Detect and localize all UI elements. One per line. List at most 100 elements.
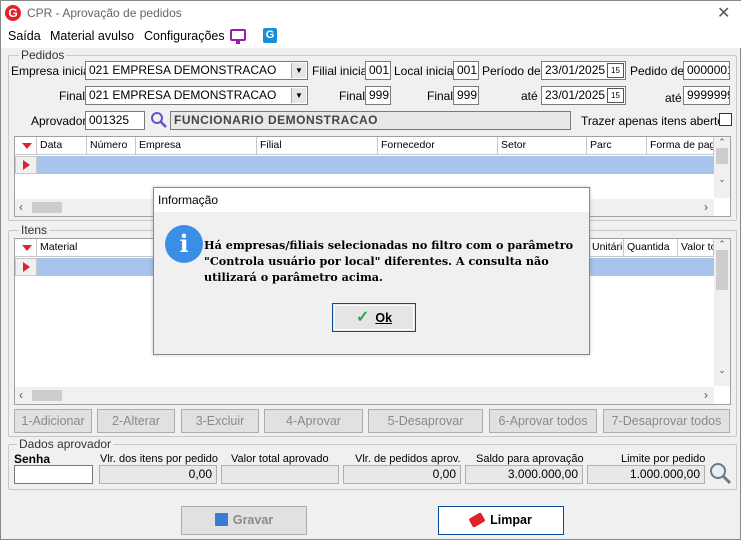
monitor-stand [236,41,240,44]
saldo-field: 3.000.000,00 [465,465,583,484]
row-pointer-icon [23,262,30,272]
filial-final-label: Final [339,89,366,103]
col-header-unitario[interactable]: Unitário [589,239,624,257]
itens-hscroll[interactable]: ‹ › [15,387,714,404]
menu-configuracoes[interactable]: Configurações [144,29,225,43]
scroll-right-icon[interactable]: › [704,200,708,214]
periodo-ate-value: 23/01/2025 [545,88,606,102]
periodo-ate-label: até [521,89,538,103]
periodo-de-input[interactable]: 23/01/2025 15 [541,61,626,80]
scroll-up-icon[interactable]: ⌃ [714,239,730,250]
row-indicator [15,258,37,276]
grid-indicator-header [15,239,37,257]
saldo-label: Saldo para aprovação [476,453,584,465]
sort-down-icon [22,143,32,149]
senha-input[interactable] [14,465,93,484]
local-final-label: Final [427,89,454,103]
col-header-empresa[interactable]: Empresa [136,137,257,155]
calendar-icon[interactable]: 15 [607,63,624,78]
sort-down-icon [22,245,32,251]
dados-legend: Dados aprovador [17,437,114,451]
info-icon: i [165,225,203,263]
chevron-down-icon[interactable]: ▼ [291,63,306,78]
pedidos-vscroll[interactable]: ⌃ ⌄ [714,137,730,198]
local-inicial-input[interactable]: 001 [453,61,479,80]
desaprovar-todos-button[interactable]: 7-Desaprovar todos [603,409,730,433]
ok-button[interactable]: ✓ Ok [332,303,416,332]
row-indicator [15,156,37,174]
scroll-down-icon[interactable]: ⌄ [714,365,730,376]
trazer-abertos-checkbox[interactable] [719,113,732,126]
col-header-parc[interactable]: Parc [587,137,647,155]
scroll-left-icon[interactable]: ‹ [19,388,23,402]
local-inicial-label: Local inicial [394,64,457,78]
chevron-down-icon[interactable]: ▼ [291,88,306,103]
scroll-down-icon[interactable]: ⌄ [714,174,730,185]
app-logo-icon: G [5,5,21,21]
col-header-forma-pagamento[interactable]: Forma de paga [647,137,714,155]
aprovador-name-field: FUNCIONARIO DEMONSTRACAO [170,111,571,130]
limite-label: Limite por pedido [621,453,706,465]
close-icon[interactable]: ✕ [717,3,730,23]
desaprovar-button[interactable]: 5-Desaprovar [368,409,483,433]
row-pointer-icon [23,160,30,170]
menu-saida[interactable]: Saída [8,29,41,43]
col-header-fornecedor[interactable]: Fornecedor [378,137,498,155]
periodo-de-label: Período de [482,64,541,78]
col-header-numero[interactable]: Número [87,137,136,155]
periodo-de-value: 23/01/2025 [545,63,606,77]
alterar-button[interactable]: 2-Alterar [97,409,175,433]
empresa-final-label: Final [59,89,86,103]
empresa-inicial-label: Empresa inicial [11,64,93,78]
excluir-button[interactable]: 3-Excluir [181,409,259,433]
gravar-button[interactable]: Gravar [181,506,307,535]
itens-vscroll[interactable]: ⌃ ⌄ [714,239,730,386]
help-book-icon[interactable]: G [263,28,277,43]
valor-total-label: Valor total aprovado [231,453,329,465]
pedido-de-input[interactable]: 0000001 [683,61,730,80]
trazer-abertos-label: Trazer apenas itens abertos [581,114,730,128]
filial-final-input[interactable]: 999 [365,86,391,105]
vlr-itens-label: Vlr. dos itens por pedido [100,453,219,465]
pedido-ate-input[interactable]: 9999999 [683,86,730,105]
pedido-ate-label: até [665,91,682,105]
aprovador-label: Aprovador [31,114,87,128]
grid-indicator-header [15,137,37,155]
gravar-label: Gravar [232,513,274,527]
periodo-ate-input[interactable]: 23/01/2025 15 [541,86,626,105]
limite-field: 1.000.000,00 [587,465,705,484]
search-icon[interactable] [150,111,168,129]
scroll-left-icon[interactable]: ‹ [19,200,23,214]
col-header-quantidade[interactable]: Quantida [624,239,678,257]
col-header-data[interactable]: Data [37,137,87,155]
calendar-icon[interactable]: 15 [607,88,624,103]
limpar-label: Limpar [490,513,532,527]
col-header-setor[interactable]: Setor [498,137,587,155]
col-header-valor-total[interactable]: Valor to [678,239,714,257]
save-disk-icon [214,513,228,526]
valor-total-field [221,465,339,484]
aprovar-todos-button[interactable]: 6-Aprovar todos [489,409,597,433]
vlr-pedidos-field: 0,00 [343,465,461,484]
ok-label: Ok [375,311,393,325]
empresa-final-dropdown[interactable]: 021 EMPRESA DEMONSTRACAO ▼ [85,86,308,105]
empresa-inicial-dropdown[interactable]: 021 EMPRESA DEMONSTRACAO ▼ [85,61,308,80]
menu-material-avulso[interactable]: Material avulso [50,29,134,43]
adicionar-button[interactable]: 1-Adicionar [14,409,92,433]
scroll-up-icon[interactable]: ⌃ [714,137,730,148]
window-title: CPR - Aprovação de pedidos [27,6,182,20]
senha-label: Senha [14,452,51,466]
limpar-button[interactable]: Limpar [438,506,564,535]
scroll-right-icon[interactable]: › [704,388,708,402]
col-header-filial[interactable]: Filial [257,137,378,155]
table-row[interactable] [15,156,715,174]
vlr-pedidos-label: Vlr. de pedidos aprov. [355,453,461,465]
filial-inicial-input[interactable]: 001 [365,61,391,80]
info-dialog: Informação i Há empresas/filiais selecio… [153,187,590,355]
empresa-inicial-value: 021 EMPRESA DEMONSTRACAO [89,63,277,77]
aprovar-button[interactable]: 4-Aprovar [264,409,363,433]
monitor-icon[interactable] [230,29,246,41]
local-final-input[interactable]: 999 [453,86,479,105]
aprovador-code-input[interactable]: 001325 [85,111,145,130]
search-icon[interactable] [708,461,732,485]
